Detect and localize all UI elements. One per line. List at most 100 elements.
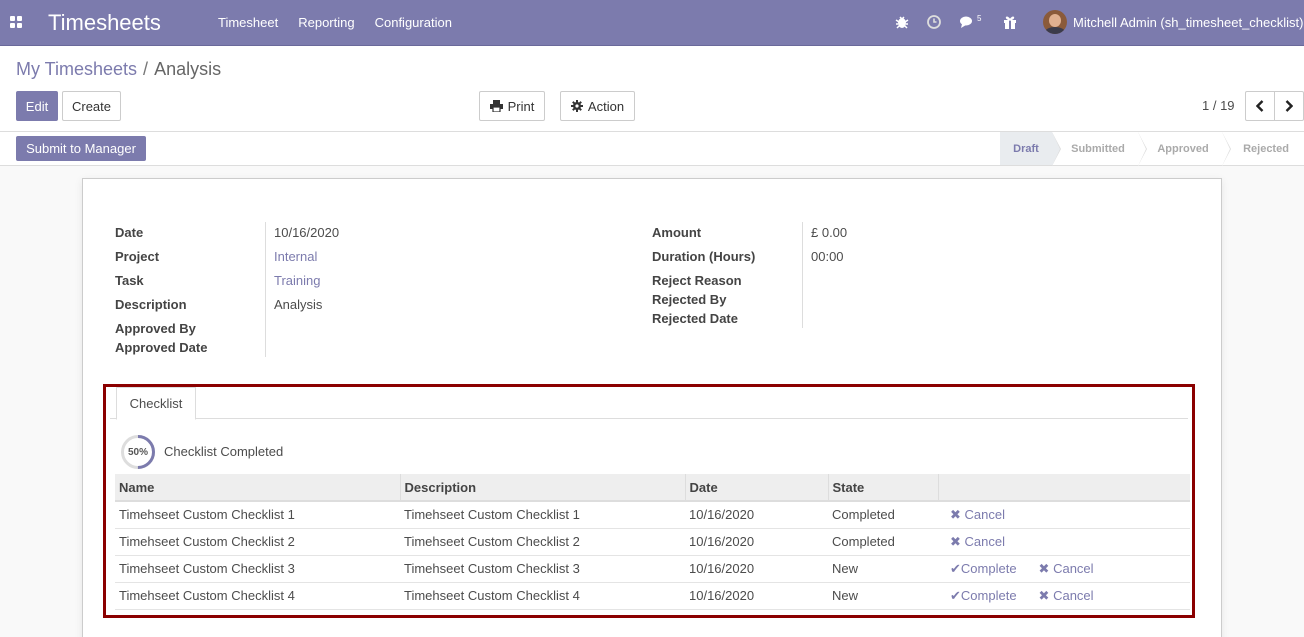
row-date: 10/16/2020	[685, 555, 828, 583]
complete-button[interactable]: ✔Complete	[950, 561, 1017, 576]
right-group-divider	[802, 222, 803, 328]
form-statusbar: Submit to Manager Draft Submitted Approv…	[0, 132, 1304, 166]
pager-previous-button[interactable]	[1245, 91, 1275, 121]
table-header-row: Name Description Date State	[115, 474, 1190, 502]
approved-date-label: Approved Date	[115, 340, 208, 355]
row-name: Timehseet Custom Checklist 2	[115, 528, 400, 556]
menu-item-configuration[interactable]: Configuration	[375, 15, 452, 30]
top-navbar: Timesheets Timesheet Reporting Configura…	[0, 0, 1304, 46]
left-group-divider	[265, 222, 266, 357]
tab-checklist[interactable]: Checklist	[116, 387, 196, 420]
row-description: Timehseet Custom Checklist 1	[400, 501, 685, 529]
stage-submitted[interactable]: Submitted	[1052, 132, 1147, 166]
action-button-label: Action	[587, 98, 625, 114]
project-label: Project	[115, 249, 160, 264]
reject-reason-label: Reject Reason	[652, 273, 742, 288]
row-actions: ✔Complete ✖ Cancel	[938, 555, 1190, 583]
cancel-label: Cancel	[1053, 560, 1094, 576]
gift-icon[interactable]	[1002, 14, 1018, 30]
approved-by-label: Approved By	[115, 321, 196, 336]
amount-value: £ 0.00	[811, 225, 848, 240]
task-label: Task	[115, 273, 144, 288]
close-icon: ✖	[1038, 587, 1050, 603]
row-actions: ✔Complete ✖ Cancel	[938, 582, 1190, 610]
close-icon: ✖	[950, 533, 961, 549]
submit-to-manager-button[interactable]: Submit to Manager	[16, 136, 146, 161]
print-button[interactable]: Print	[479, 91, 545, 121]
checklist-notebook-highlight: Checklist 50% Checklist Completed Name D…	[103, 384, 1195, 618]
row-name: Timehseet Custom Checklist 4	[115, 582, 400, 610]
row-state: New	[828, 582, 938, 610]
control-panel: My Timesheets / Analysis Edit Create Print…	[0, 46, 1304, 132]
row-date: 10/16/2020	[685, 501, 828, 529]
breadcrumb-current: Analysis	[154, 59, 222, 79]
table-row[interactable]: Timehseet Custom Checklist 4 Timehseet C…	[115, 582, 1190, 610]
column-header-date[interactable]: Date	[685, 474, 829, 502]
amount-label: Amount	[652, 225, 702, 240]
row-description: Timehseet Custom Checklist 4	[400, 582, 685, 610]
row-state: Completed	[828, 501, 938, 529]
column-header-description[interactable]: Description	[400, 474, 686, 502]
breadcrumb-parent-link[interactable]: My Timesheets	[16, 59, 137, 79]
cancel-button[interactable]: ✖ Cancel	[1039, 561, 1094, 576]
stage-rejected[interactable]: Rejected	[1222, 132, 1304, 165]
print-button-label: Print	[507, 98, 535, 114]
check-icon: ✔	[950, 587, 961, 603]
row-name: Timehseet Custom Checklist 3	[115, 555, 400, 583]
stage-label: Approved	[1157, 142, 1209, 155]
row-name: Timehseet Custom Checklist 1	[115, 501, 400, 529]
progress-percent: 50%	[127, 446, 148, 458]
row-date: 10/16/2020	[685, 582, 828, 610]
user-name[interactable]: Mitchell Admin (sh_timesheet_checklist)	[1073, 15, 1303, 30]
cancel-button[interactable]: ✖ Cancel	[950, 507, 1005, 522]
rejected-by-label: Rejected By	[652, 292, 727, 307]
row-state: Completed	[828, 528, 938, 556]
date-value: 10/16/2020	[274, 225, 340, 240]
stage-label: Rejected	[1243, 142, 1289, 155]
row-description: Timehseet Custom Checklist 3	[400, 555, 685, 583]
debug-bug-icon[interactable]	[894, 14, 910, 30]
stage-approved[interactable]: Approved	[1138, 132, 1231, 166]
row-actions: ✖ Cancel	[938, 528, 1190, 556]
messages-icon[interactable]	[959, 14, 975, 30]
task-link[interactable]: Training	[274, 273, 320, 288]
row-state: New	[828, 555, 938, 583]
project-link[interactable]: Internal	[274, 249, 317, 264]
stage-label: Submitted	[1071, 142, 1125, 155]
column-header-state[interactable]: State	[828, 474, 939, 502]
complete-button[interactable]: ✔Complete	[950, 588, 1017, 603]
user-avatar[interactable]	[1043, 10, 1067, 34]
table-row[interactable]: Timehseet Custom Checklist 3 Timehseet C…	[115, 555, 1190, 583]
close-icon: ✖	[950, 506, 961, 522]
pager-value[interactable]: 1 / 19	[1202, 98, 1235, 113]
complete-label: Complete	[960, 587, 1017, 603]
row-description: Timehseet Custom Checklist 2	[400, 528, 685, 556]
menu-item-timesheet[interactable]: Timesheet	[218, 15, 278, 30]
row-date: 10/16/2020	[685, 528, 828, 556]
checklist-table: Name Description Date State Timehseet Cu…	[115, 474, 1190, 610]
cancel-button[interactable]: ✖ Cancel	[950, 534, 1005, 549]
menu-item-reporting[interactable]: Reporting	[298, 15, 354, 30]
stage-draft[interactable]: Draft	[1000, 132, 1061, 166]
activity-clock-icon[interactable]	[926, 14, 942, 30]
duration-value: 00:00	[811, 249, 844, 264]
cancel-button[interactable]: ✖ Cancel	[1039, 588, 1094, 603]
action-button[interactable]: Action	[560, 91, 635, 121]
column-header-name[interactable]: Name	[115, 474, 401, 502]
chevron-left-icon	[1256, 100, 1264, 112]
duration-label: Duration (Hours)	[652, 249, 756, 264]
status-stages: Draft Submitted Approved Rejected	[1000, 132, 1304, 166]
app-title: Timesheets	[48, 10, 161, 35]
pager-next-button[interactable]	[1274, 91, 1304, 121]
row-actions: ✖ Cancel	[938, 501, 1190, 529]
table-row[interactable]: Timehseet Custom Checklist 2 Timehseet C…	[115, 528, 1190, 556]
table-row[interactable]: Timehseet Custom Checklist 1 Timehseet C…	[115, 501, 1190, 529]
complete-label: Complete	[960, 560, 1017, 576]
cancel-label: Cancel	[964, 533, 1005, 549]
create-button[interactable]: Create	[62, 91, 121, 121]
rejected-date-label: Rejected Date	[652, 311, 738, 326]
chevron-right-icon	[1285, 100, 1293, 112]
gear-icon	[570, 100, 583, 112]
apps-menu-icon[interactable]	[10, 16, 23, 28]
edit-button[interactable]: Edit	[16, 91, 58, 121]
